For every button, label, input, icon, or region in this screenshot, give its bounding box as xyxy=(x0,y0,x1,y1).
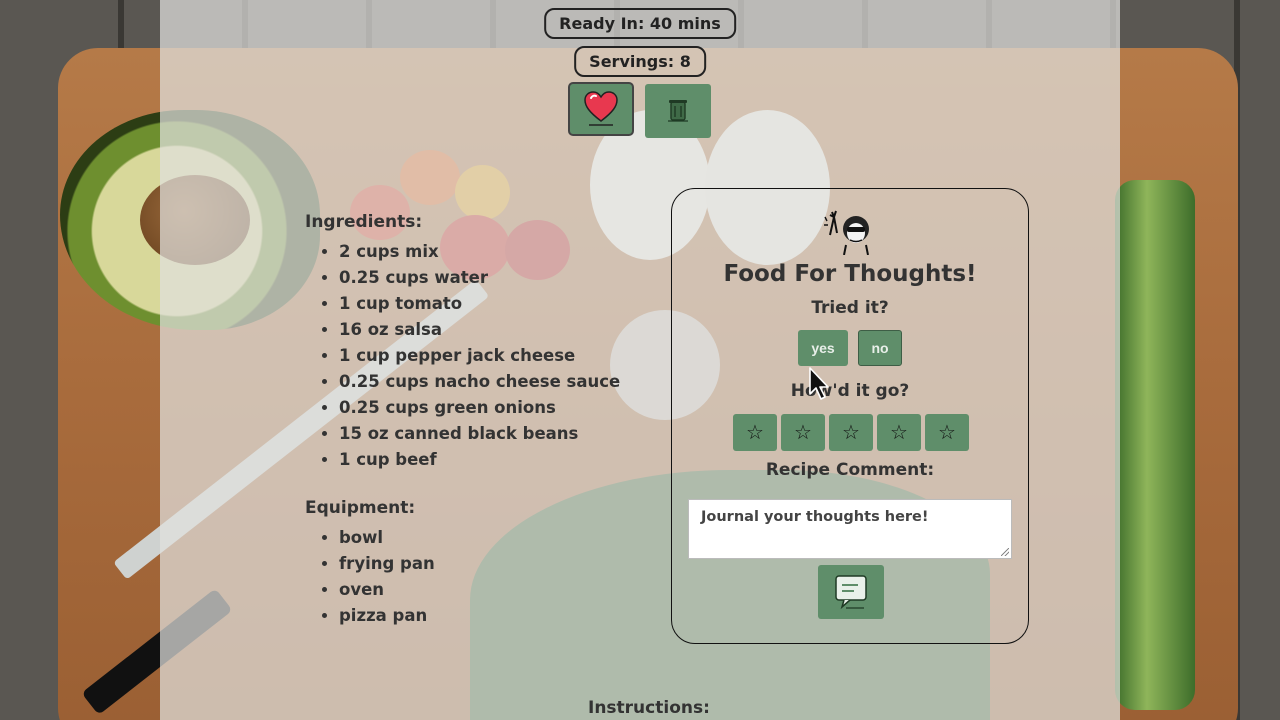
ingredient-item: 16 oz salsa xyxy=(339,317,620,343)
comment-textarea[interactable]: Journal your thoughts here! xyxy=(688,499,1012,559)
instructions-title: Instructions: xyxy=(588,698,710,718)
ingredient-item: 15 oz canned black beans xyxy=(339,421,620,447)
mouse-cursor-icon xyxy=(808,366,832,406)
equipment-item: oven xyxy=(339,577,435,603)
ingredient-item: 0.25 cups nacho cheese sauce xyxy=(339,369,620,395)
star-icon: ☆ xyxy=(842,422,860,444)
background-image xyxy=(0,0,1280,720)
star-4-button[interactable]: ☆ xyxy=(877,414,921,451)
ingredients-title: Ingredients: xyxy=(305,212,423,232)
ingredient-item: 0.25 cups water xyxy=(339,265,620,291)
star-2-button[interactable]: ☆ xyxy=(781,414,825,451)
ingredient-item: 0.25 cups green onions xyxy=(339,395,620,421)
star-icon: ☆ xyxy=(746,422,764,444)
card-title: Food For Thoughts! xyxy=(723,261,977,287)
ready-in-badge: Ready In: 40 mins xyxy=(544,8,736,39)
chef-emoji-icon xyxy=(672,207,1028,259)
trash-icon xyxy=(665,97,691,126)
star-1-button[interactable]: ☆ xyxy=(733,414,777,451)
rating-label: How'd it go? xyxy=(790,381,910,401)
comment-icon xyxy=(832,572,870,613)
ingredient-item: 2 cups mix xyxy=(339,239,620,265)
delete-button[interactable] xyxy=(645,84,711,138)
submit-comment-button[interactable] xyxy=(818,565,884,619)
yes-button[interactable]: yes xyxy=(798,330,848,366)
ingredients-list: 2 cups mix 0.25 cups water 1 cup tomato … xyxy=(305,239,620,473)
ingredient-item: 1 cup tomato xyxy=(339,291,620,317)
equipment-title: Equipment: xyxy=(305,498,416,518)
resize-handle-icon[interactable] xyxy=(1001,548,1009,556)
heart-icon xyxy=(581,88,621,131)
star-icon: ☆ xyxy=(794,422,812,444)
star-3-button[interactable]: ☆ xyxy=(829,414,873,451)
favorite-button[interactable] xyxy=(568,82,634,136)
comment-label: Recipe Comment: xyxy=(765,460,935,480)
star-icon: ☆ xyxy=(890,422,908,444)
tried-label: Tried it? xyxy=(811,298,889,318)
equipment-list: bowl frying pan oven pizza pan xyxy=(305,525,435,629)
star-5-button[interactable]: ☆ xyxy=(925,414,969,451)
equipment-item: pizza pan xyxy=(339,603,435,629)
green-onion xyxy=(1115,180,1195,710)
star-icon: ☆ xyxy=(938,422,956,444)
ingredient-item: 1 cup beef xyxy=(339,447,620,473)
thoughts-card: Food For Thoughts! Tried it? yes no How'… xyxy=(671,188,1029,644)
servings-badge: Servings: 8 xyxy=(574,46,706,77)
comment-placeholder: Journal your thoughts here! xyxy=(701,509,929,525)
equipment-item: bowl xyxy=(339,525,435,551)
equipment-item: frying pan xyxy=(339,551,435,577)
ingredient-item: 1 cup pepper jack cheese xyxy=(339,343,620,369)
no-button[interactable]: no xyxy=(858,330,902,366)
